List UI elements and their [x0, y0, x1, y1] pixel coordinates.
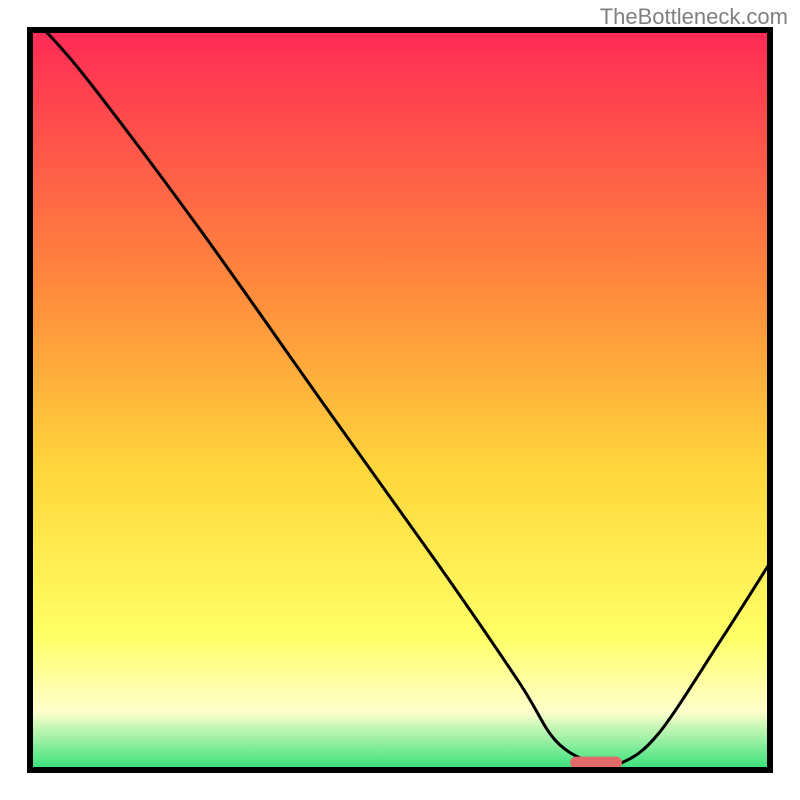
optimum-marker [570, 757, 622, 769]
gradient-background [30, 30, 770, 770]
chart-svg [0, 0, 800, 800]
bottleneck-chart: TheBottleneck.com [0, 0, 800, 800]
watermark-text: TheBottleneck.com [600, 4, 788, 30]
